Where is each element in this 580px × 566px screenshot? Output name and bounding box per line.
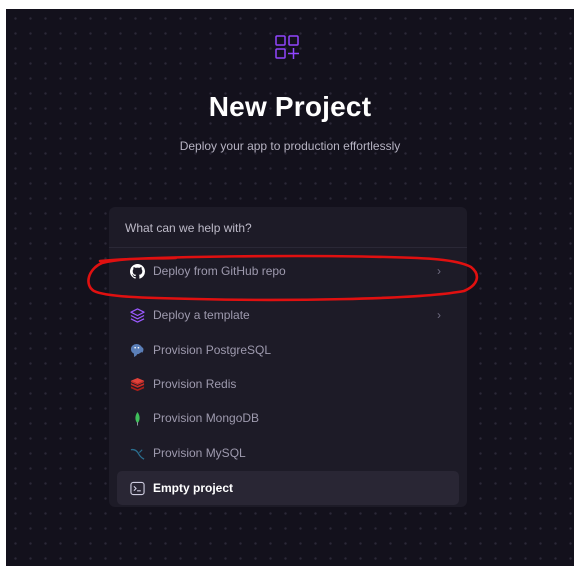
menu-item-deploy-template[interactable]: Deploy a template ›	[117, 298, 459, 332]
menu-item-deploy-github[interactable]: Deploy from GitHub repo ›	[117, 254, 459, 288]
github-icon	[129, 263, 145, 279]
menu-item-provision-mysql[interactable]: Provision MySQL	[117, 436, 459, 470]
menu-item-label: Empty project	[153, 481, 234, 495]
menu-item-label: Provision MySQL	[153, 446, 246, 460]
mysql-icon	[129, 445, 145, 461]
menu-item-label: Provision MongoDB	[153, 411, 260, 425]
new-project-screen: New Project Deploy your app to productio…	[6, 9, 574, 566]
redis-icon	[129, 376, 145, 392]
menu-item-label: Provision Redis	[153, 377, 237, 391]
menu-item-label: Provision PostgreSQL	[153, 343, 272, 357]
new-project-menu: Deploy from GitHub repo › Deploy a templ…	[109, 207, 467, 507]
chevron-right-icon: ›	[437, 308, 441, 322]
page-title: New Project	[208, 91, 372, 122]
layers-icon	[129, 307, 145, 323]
terminal-icon	[129, 480, 145, 496]
menu-item-provision-redis[interactable]: Provision Redis	[117, 367, 459, 401]
mongodb-icon	[129, 410, 145, 426]
page-subtitle: Deploy your app to production effortless…	[179, 139, 401, 153]
new-project-logo-icon	[275, 35, 299, 59]
menu-item-label: Deploy from GitHub repo	[153, 264, 286, 278]
menu-item-provision-mongodb[interactable]: Provision MongoDB	[117, 401, 459, 435]
postgresql-icon	[129, 342, 145, 358]
chevron-right-icon: ›	[437, 264, 441, 278]
menu-item-empty-project[interactable]: Empty project	[117, 471, 459, 505]
menu-item-provision-postgresql[interactable]: Provision PostgreSQL	[117, 333, 459, 367]
menu-item-label: Deploy a template	[153, 308, 250, 322]
search-input[interactable]	[125, 219, 445, 237]
divider	[109, 247, 467, 248]
